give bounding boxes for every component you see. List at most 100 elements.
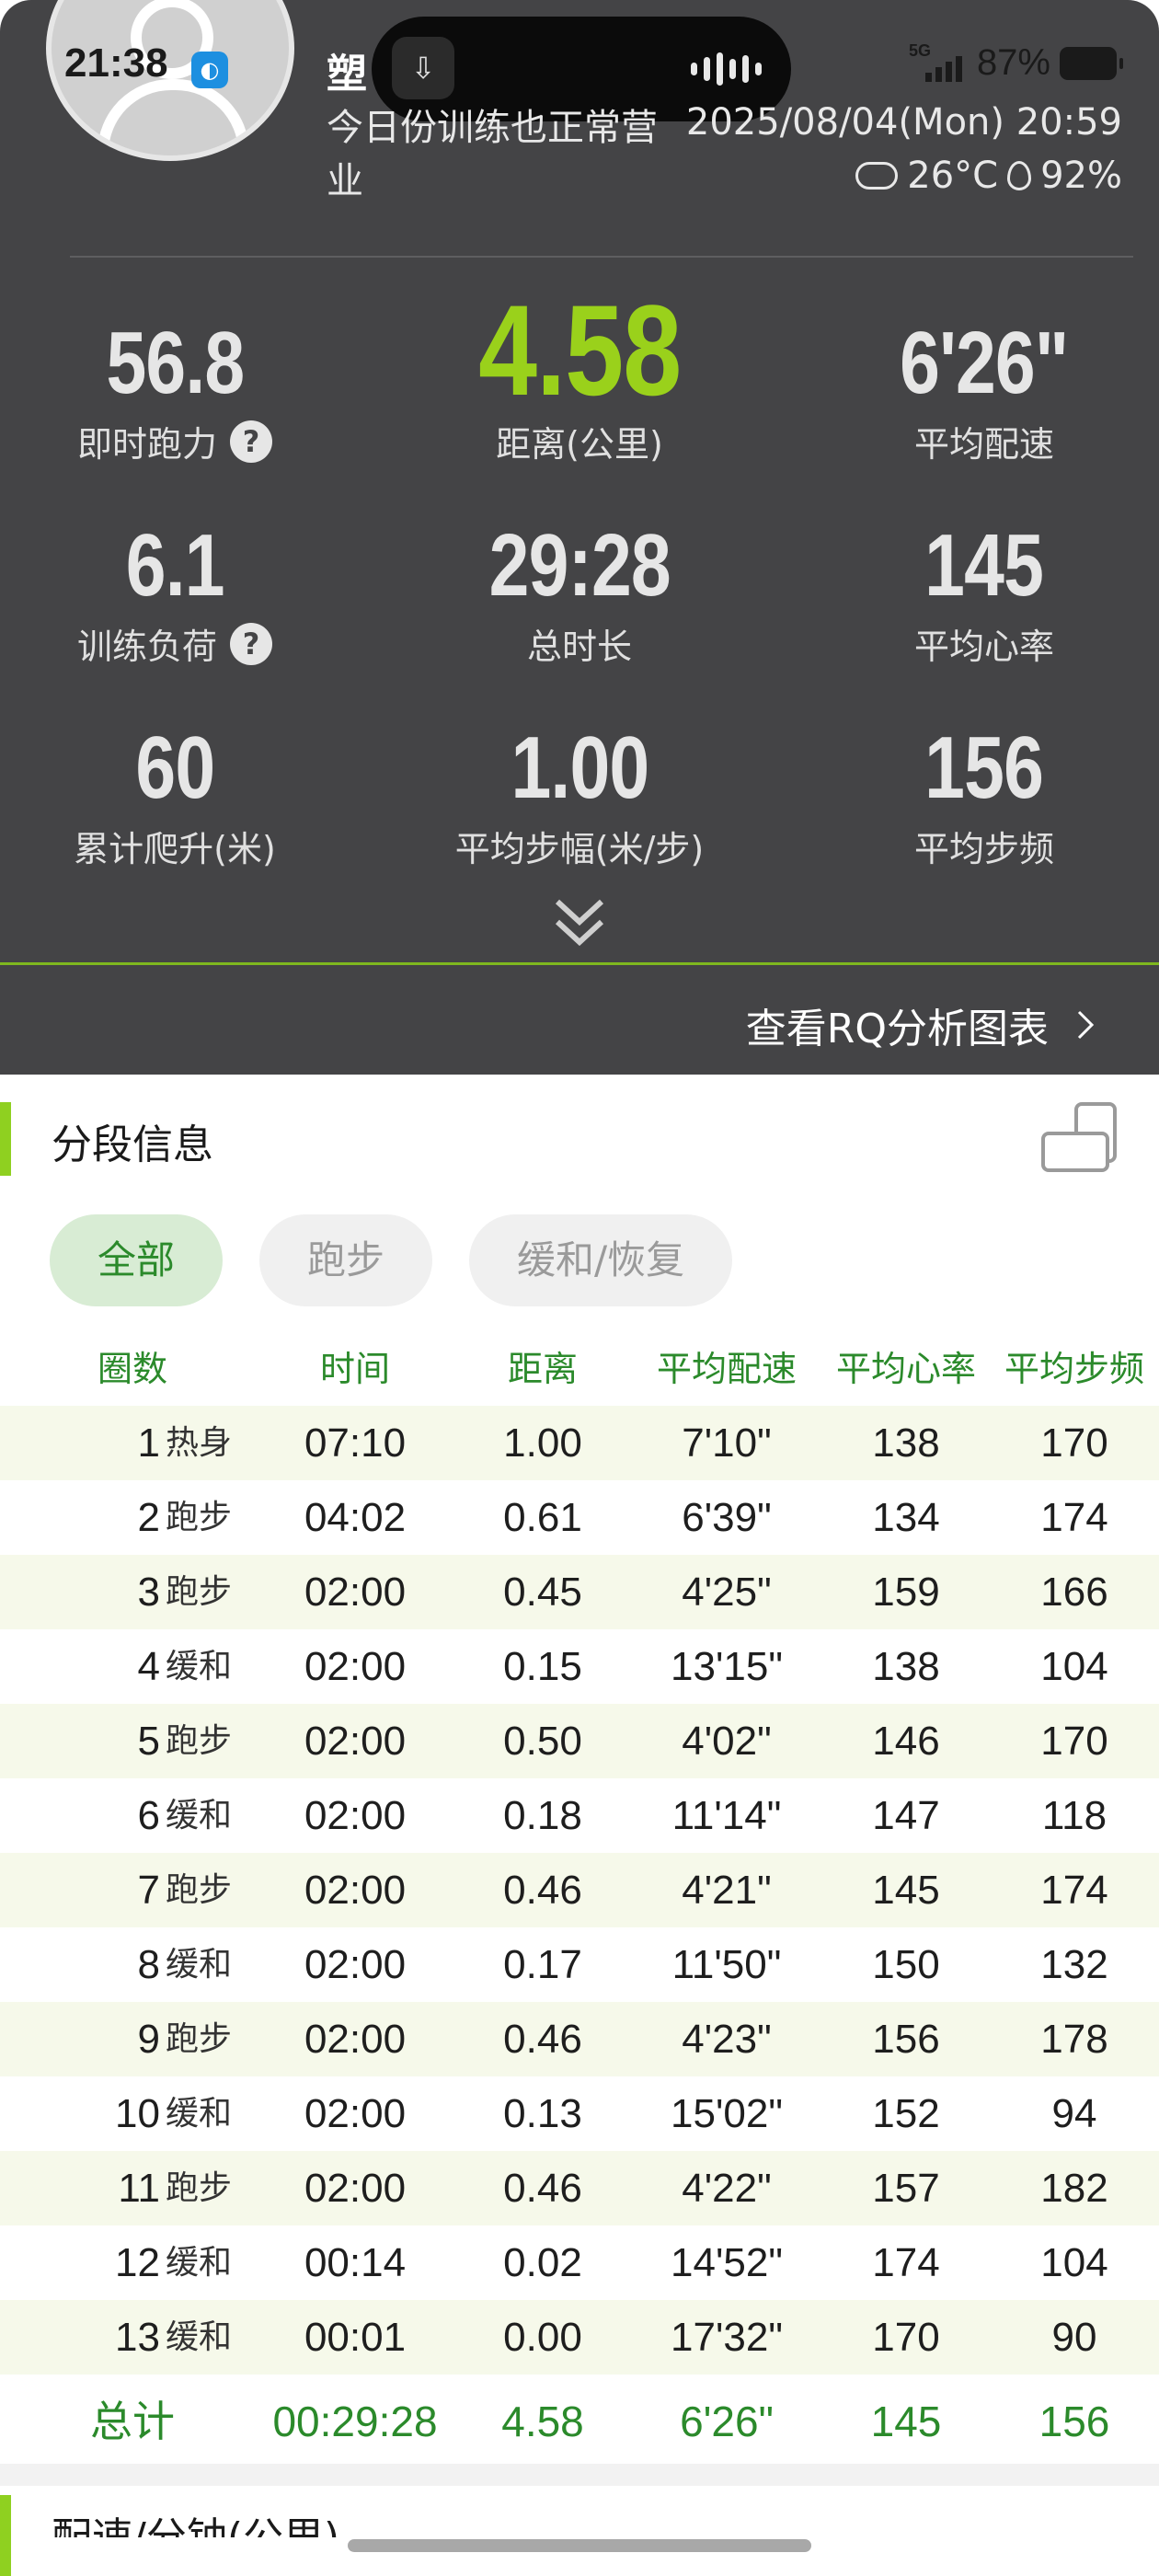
lap-number: 2: [137, 1495, 160, 1540]
stat-elevation-gain: 60 累计爬升(米): [0, 718, 359, 871]
table-row[interactable]: 5 跑步 02:00 0.50 4'02" 146 170: [0, 1704, 1159, 1778]
lap-heart-rate: 150: [872, 1942, 940, 1987]
table-row[interactable]: 3 跑步 02:00 0.45 4'25" 159 166: [0, 1555, 1159, 1629]
workout-datetime: 2025/08/04(Mon) 20:59: [685, 101, 1122, 144]
lap-cadence: 94: [1051, 2091, 1097, 2136]
lap-pace: 11'14": [671, 1793, 782, 1838]
lap-distance: 0.00: [503, 2315, 582, 2360]
stat-distance: 4.58 距离(公里): [396, 276, 763, 466]
table-row[interactable]: 6 缓和 02:00 0.18 11'14" 147 118: [0, 1778, 1159, 1853]
lap-type: 跑步: [166, 2169, 233, 2207]
filter-recovery[interactable]: 缓和/恢复: [469, 1214, 733, 1306]
table-row[interactable]: 12 缓和 00:14 0.02 14'52" 174 104: [0, 2225, 1159, 2300]
lap-distance: 0.46: [503, 2166, 582, 2211]
lap-distance: 0.50: [503, 1719, 582, 1764]
section-title: 分段信息: [52, 1121, 213, 1168]
table-row[interactable]: 8 缓和 02:00 0.17 11'50" 150 132: [0, 1927, 1159, 2002]
lap-cadence: 170: [1040, 1719, 1108, 1764]
lap-heart-rate: 145: [872, 1868, 940, 1913]
lap-heart-rate: 157: [872, 2166, 940, 2211]
lap-type: 跑步: [166, 1573, 233, 1611]
next-section-title: 配速/分钟(公里): [52, 2504, 339, 2537]
stat-label: 总时长: [526, 627, 632, 667]
lap-type: 跑步: [166, 1499, 233, 1536]
stat-value: 60: [135, 719, 215, 817]
stat-avg-stride: 1.00 平均步幅(米/步): [396, 718, 763, 871]
lap-type: 缓和: [166, 2318, 233, 2356]
lap-heart-rate: 152: [872, 2091, 940, 2136]
lap-time: 02:00: [304, 1644, 407, 1689]
lap-type: 缓和: [166, 1648, 233, 1685]
lap-type: 缓和: [166, 2244, 233, 2282]
stat-value: 56.8: [106, 314, 245, 412]
lap-pace: 4'21": [682, 1868, 772, 1913]
table-row[interactable]: 1 热身 07:10 1.00 7'10" 138 170: [0, 1406, 1159, 1480]
lap-heart-rate: 174: [872, 2240, 940, 2285]
chevron-right-icon: [1077, 1010, 1095, 1040]
lap-pace: 4'25": [682, 1570, 772, 1615]
stat-training-load: 6.1 训练负荷?: [0, 515, 359, 669]
avatar-body-icon: [98, 79, 249, 155]
battery-icon: [1060, 46, 1123, 80]
lap-number: 13: [115, 2315, 160, 2360]
lap-time: 00:14: [304, 2240, 407, 2285]
total-heart-rate: 145: [870, 2398, 942, 2445]
lap-time: 02:00: [304, 1793, 407, 1838]
filter-run[interactable]: 跑步: [259, 1214, 433, 1306]
lap-time: 07:10: [304, 1420, 407, 1466]
table-row[interactable]: 7 跑步 02:00 0.46 4'21" 145 174: [0, 1853, 1159, 1927]
expand-chevron-icon[interactable]: [552, 894, 607, 949]
divider: [70, 256, 1133, 258]
stat-label: 平均步幅(米/步): [454, 829, 705, 869]
lap-distance: 1.00: [503, 1420, 582, 1466]
header-lap: 圈数: [97, 1349, 167, 1389]
lap-type: 缓和: [166, 1797, 233, 1834]
lap-cadence: 104: [1040, 1644, 1108, 1689]
table-row[interactable]: 4 缓和 02:00 0.15 13'15" 138 104: [0, 1629, 1159, 1704]
lap-type: 跑步: [166, 1722, 233, 1760]
header-cadence: 平均步频: [1004, 1349, 1144, 1389]
lap-heart-rate: 159: [872, 1570, 940, 1615]
share-copy-icon[interactable]: [1039, 1100, 1122, 1174]
total-pace: 6'26": [680, 2398, 774, 2445]
status-time: 21:38: [64, 40, 168, 86]
lap-number: 3: [137, 1570, 160, 1615]
header-distance: 距离: [507, 1349, 578, 1389]
help-icon[interactable]: ?: [230, 420, 272, 463]
lap-pace: 7'10": [682, 1420, 772, 1466]
lap-distance: 0.18: [503, 1793, 582, 1838]
section-accent-bar: [0, 2495, 11, 2576]
table-row[interactable]: 11 跑步 02:00 0.46 4'22" 157 182: [0, 2151, 1159, 2225]
lap-pace: 4'02": [682, 1719, 772, 1764]
lap-pace: 11'50": [671, 1942, 782, 1987]
section-accent-bar: [0, 1102, 11, 1176]
lap-distance: 0.46: [503, 2017, 582, 2062]
stat-value: 1.00: [511, 719, 649, 817]
lap-pace: 17'32": [671, 2315, 783, 2360]
stat-value: 6'26": [900, 314, 1069, 412]
lap-number: 12: [115, 2240, 160, 2285]
segment-filter-tabs: 全部 跑步 缓和/恢复: [50, 1214, 733, 1306]
user-name: 塑: [327, 51, 367, 98]
lap-number: 10: [115, 2091, 160, 2136]
segment-info-section: 分段信息 全部 跑步 缓和/恢复 圈数 时间 距离 平均配速 平均心率 平均步频…: [0, 1075, 1159, 2473]
total-label: 总计: [90, 2398, 175, 2445]
help-icon[interactable]: ?: [230, 622, 272, 665]
table-row[interactable]: 13 缓和 00:01 0.00 17'32" 170 90: [0, 2300, 1159, 2375]
lap-time: 02:00: [304, 2166, 407, 2211]
lap-heart-rate: 138: [872, 1644, 940, 1689]
filter-all[interactable]: 全部: [50, 1214, 224, 1306]
lap-cadence: 174: [1040, 1868, 1108, 1913]
app-notification-icon: ◐: [191, 52, 228, 88]
table-row[interactable]: 9 跑步 02:00 0.46 4'23" 156 178: [0, 2002, 1159, 2076]
lap-heart-rate: 156: [872, 2017, 940, 2062]
lap-heart-rate: 170: [872, 2315, 940, 2360]
table-row[interactable]: 10 缓和 02:00 0.13 15'02" 152 94: [0, 2076, 1159, 2151]
rq-analysis-link[interactable]: 查看RQ分析图表: [746, 995, 1095, 1054]
home-indicator[interactable]: [348, 2539, 811, 2552]
audio-wave-icon: [691, 52, 762, 86]
battery-percent: 87%: [976, 42, 1050, 83]
lap-pace: 14'52": [671, 2240, 783, 2285]
weather-info: 26°C 92%: [855, 155, 1122, 197]
table-row[interactable]: 2 跑步 04:02 0.61 6'39" 134 174: [0, 1480, 1159, 1555]
